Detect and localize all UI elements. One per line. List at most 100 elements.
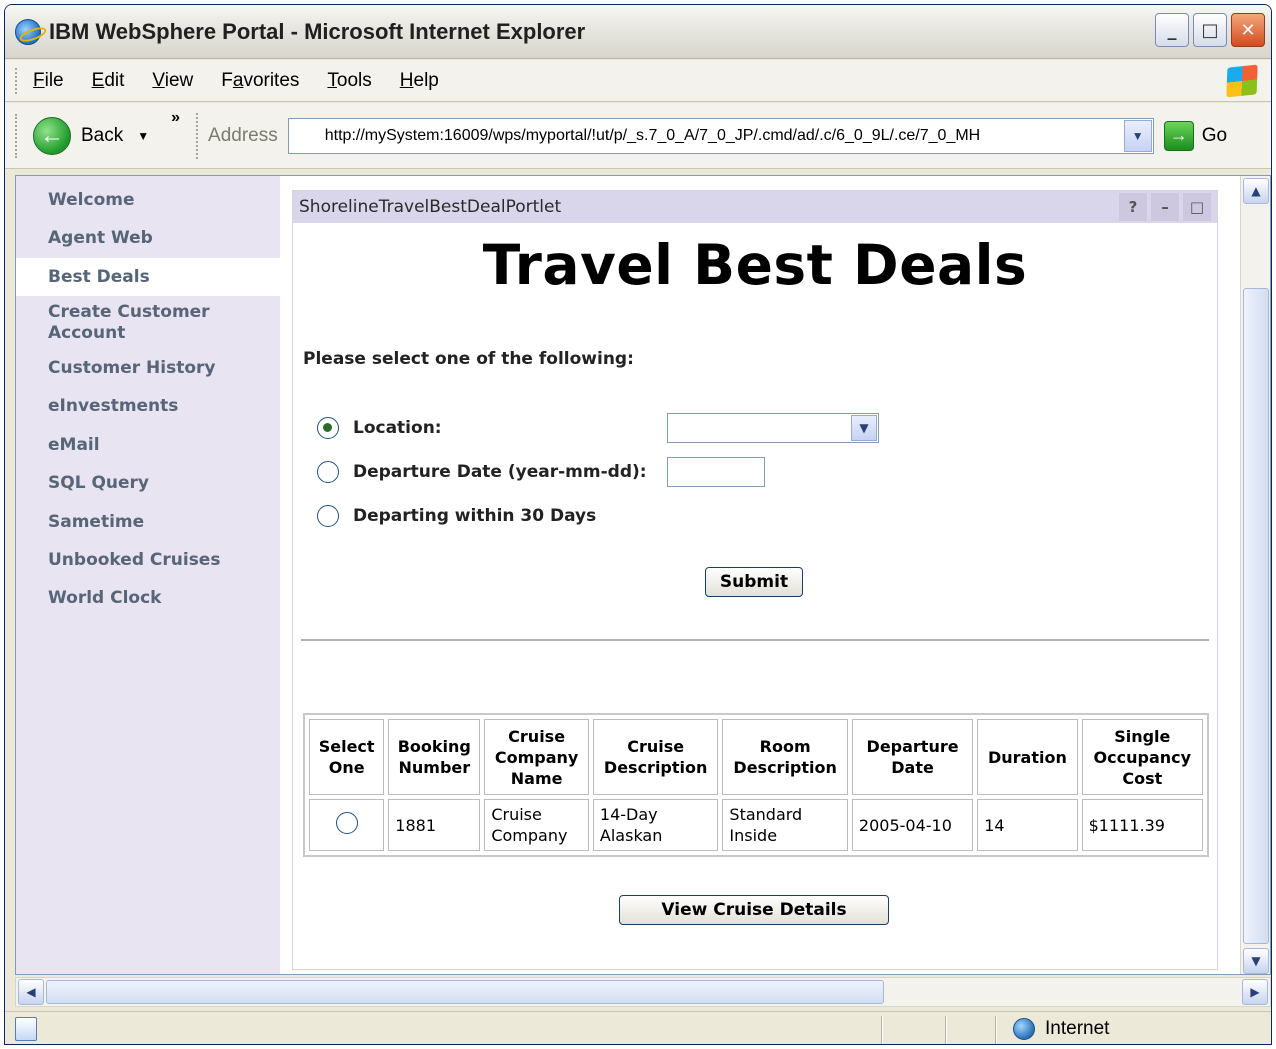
option-location: Location:: [317, 417, 442, 439]
menu-help[interactable]: Help: [400, 70, 439, 92]
duration-cell: 14: [977, 799, 1078, 851]
row-select-radio[interactable]: [335, 811, 358, 834]
chevron-down-icon[interactable]: ▼: [137, 129, 149, 143]
address-dropdown-icon[interactable]: ▼: [1123, 119, 1152, 152]
address-bar[interactable]: http://mySystem:16009/wps/myportal/!ut/p…: [287, 117, 1154, 154]
col-duration: Duration: [977, 719, 1078, 795]
within-30-days-radio[interactable]: [317, 505, 339, 527]
nav-item-email[interactable]: eMail: [16, 435, 280, 456]
menu-view[interactable]: View: [152, 70, 193, 92]
departure-date-radio[interactable]: [317, 461, 339, 483]
ie-logo-icon: [15, 18, 41, 45]
title-bar: IBM WebSphere Portal - Microsoft Interne…: [5, 5, 1271, 59]
menu-grip: [15, 67, 19, 94]
menu-tools[interactable]: Tools: [327, 70, 371, 92]
table-row: 1881 Cruise Company 14-Day Alaskan Stand…: [309, 799, 1203, 851]
nav-item-customer-history[interactable]: Customer History: [16, 358, 280, 379]
best-deals-portlet: ShorelineTravelBestDealPortlet ? – □ Tra…: [292, 190, 1218, 970]
nav-item-unbooked-cruises[interactable]: Unbooked Cruises: [16, 550, 280, 571]
status-separator: [995, 1016, 997, 1044]
status-bar: Internet: [5, 1011, 1271, 1044]
back-arrow-icon: ←: [33, 116, 71, 155]
go-label: Go: [1201, 124, 1228, 146]
scroll-down-icon[interactable]: ▼: [1243, 948, 1269, 974]
description-cell: 14-Day Alaskan: [592, 799, 719, 851]
section-divider: [301, 639, 1209, 641]
portlet-maximize-button[interactable]: □: [1183, 193, 1211, 221]
select-cell: [309, 799, 385, 851]
location-select[interactable]: ▼: [667, 413, 879, 443]
room-cell: Standard Inside: [722, 799, 848, 851]
page-viewport: Welcome Agent Web Best Deals Create Cust…: [15, 175, 1271, 975]
option-departure-date: Departure Date (year-mm-dd):: [317, 461, 647, 483]
vertical-scroll-thumb[interactable]: [1243, 288, 1269, 944]
location-label: Location:: [353, 418, 442, 438]
page-title: Travel Best Deals: [482, 233, 1028, 297]
page-status-icon: [15, 1017, 37, 1041]
toolbar-separator: [196, 112, 199, 159]
internet-globe-icon: [1013, 1018, 1035, 1040]
close-window-button[interactable]: ✕: [1231, 13, 1265, 47]
security-zone: Internet: [1045, 1018, 1110, 1039]
within-30-days-label: Departing within 30 Days: [353, 506, 597, 526]
departure-date-input[interactable]: [667, 457, 765, 487]
back-button[interactable]: ← Back ▼: [33, 116, 149, 155]
location-radio[interactable]: [317, 417, 339, 439]
go-button[interactable]: → Go: [1163, 120, 1228, 151]
cost-cell: $1111.39: [1081, 799, 1203, 851]
nav-item-welcome[interactable]: Welcome: [16, 190, 280, 211]
minimize-window-button[interactable]: _: [1155, 13, 1189, 47]
menu-favorites[interactable]: Favorites: [221, 70, 299, 92]
table-header-row: Select One Booking Number Cruise Company…: [309, 719, 1203, 795]
back-label: Back: [81, 124, 124, 146]
departure-cell: 2005-04-10: [851, 799, 974, 851]
menu-edit[interactable]: Edit: [92, 70, 125, 92]
windows-flag-icon: [1226, 64, 1258, 98]
portlet-title: ShorelineTravelBestDealPortlet: [299, 197, 562, 217]
col-single-occupancy-cost: Single Occupancy Cost: [1081, 719, 1203, 795]
toolbar-overflow-chevrons[interactable]: »: [171, 109, 180, 127]
nav-item-best-deals[interactable]: Best Deals: [16, 258, 280, 296]
vertical-scrollbar[interactable]: ▲ ▼: [1240, 176, 1270, 974]
toolbar-grip: [15, 113, 19, 158]
nav-item-sql-query[interactable]: SQL Query: [16, 473, 280, 494]
window-controls: _ □ ✕: [1155, 13, 1265, 47]
col-booking-number: Booking Number: [388, 719, 481, 795]
option-within-30-days: Departing within 30 Days: [317, 505, 596, 527]
portal-navigation: Welcome Agent Web Best Deals Create Cust…: [16, 176, 280, 974]
nav-item-einvestments[interactable]: eInvestments: [16, 396, 280, 417]
col-cruise-description: Cruise Description: [592, 719, 719, 795]
booking-number-cell: 1881: [388, 799, 481, 851]
address-label: Address: [208, 124, 278, 146]
toolbar: ← Back ▼ » Address http://mySystem:16009…: [5, 103, 1271, 169]
col-select-one: Select One: [309, 719, 385, 795]
company-cell: Cruise Company: [484, 799, 589, 851]
portlet-minimize-button[interactable]: –: [1151, 193, 1179, 221]
browser-window: IBM WebSphere Portal - Microsoft Interne…: [4, 4, 1272, 1045]
portlet-help-button[interactable]: ?: [1119, 193, 1147, 221]
horizontal-scrollbar[interactable]: ◀ ▶: [15, 977, 1271, 1007]
horizontal-scroll-thumb[interactable]: [46, 980, 884, 1004]
departure-date-label: Departure Date (year-mm-dd):: [353, 462, 647, 482]
submit-button[interactable]: Submit: [705, 567, 803, 597]
col-room-description: Room Description: [722, 719, 848, 795]
menu-file[interactable]: File: [33, 70, 64, 92]
portlet-controls: ? – □: [1119, 193, 1211, 221]
status-separator: [881, 1016, 883, 1044]
address-url: http://mySystem:16009/wps/myportal/!ut/p…: [324, 126, 981, 144]
scroll-right-icon[interactable]: ▶: [1242, 979, 1268, 1005]
chevron-down-icon[interactable]: ▼: [851, 415, 877, 441]
col-departure-date: Departure Date: [851, 719, 974, 795]
nav-item-sametime[interactable]: Sametime: [16, 512, 280, 533]
nav-item-create-customer-account[interactable]: Create Customer Account: [16, 302, 280, 344]
scroll-left-icon[interactable]: ◀: [18, 979, 44, 1005]
go-arrow-icon: →: [1163, 120, 1194, 151]
view-cruise-details-button[interactable]: View Cruise Details: [619, 895, 889, 925]
maximize-window-button[interactable]: □: [1193, 13, 1227, 47]
results-table: Select One Booking Number Cruise Company…: [303, 713, 1209, 857]
selection-prompt: Please select one of the following:: [303, 349, 634, 369]
scroll-up-icon[interactable]: ▲: [1243, 178, 1269, 204]
nav-item-world-clock[interactable]: World Clock: [16, 588, 280, 609]
status-separator: [945, 1016, 947, 1044]
nav-item-agent-web[interactable]: Agent Web: [16, 218, 280, 258]
